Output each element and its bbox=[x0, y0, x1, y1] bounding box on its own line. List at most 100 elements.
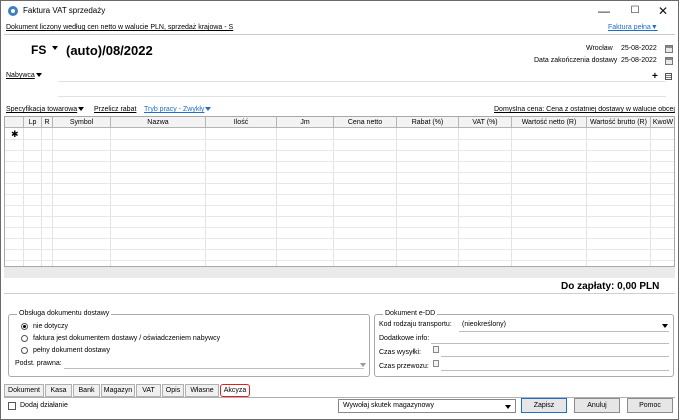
grid-column bbox=[277, 128, 334, 266]
spec-link[interactable]: Specyfikacja towarowa bbox=[6, 106, 85, 113]
transport-time-field[interactable] bbox=[441, 370, 669, 371]
grid-header-name[interactable]: Nazwa bbox=[111, 117, 206, 128]
tab-akcyza[interactable]: Akcyza bbox=[220, 384, 250, 397]
amount-to-pay: Do zapłaty: 0,00 PLN bbox=[561, 281, 660, 292]
header-divider bbox=[4, 34, 675, 35]
chevron-down-icon: ▼ bbox=[650, 24, 658, 31]
radio-not-applicable[interactable] bbox=[21, 323, 28, 330]
cancel-button[interactable]: Anuluj bbox=[574, 398, 620, 413]
stock-effect-select[interactable]: Wywołaj skutek magazynowy bbox=[338, 399, 516, 413]
grid-footer-band bbox=[4, 267, 675, 278]
save-button[interactable]: Zapisz bbox=[521, 398, 567, 413]
transport-code-value[interactable]: (nieokreślony) bbox=[462, 321, 506, 328]
buyer-label: Nabywca bbox=[6, 72, 35, 79]
radio-label: nie dotyczy bbox=[33, 323, 69, 330]
grid-header-kwow[interactable]: KwoW bbox=[651, 117, 674, 128]
grid-header-discount[interactable]: Rabat (%) bbox=[397, 117, 459, 128]
grid-header-quantity[interactable]: Ilość bbox=[206, 117, 277, 128]
table-row bbox=[5, 194, 674, 195]
chevron-down-icon[interactable] bbox=[662, 324, 668, 328]
chevron-down-icon bbox=[505, 405, 511, 409]
table-row bbox=[5, 238, 674, 239]
delivery-date[interactable]: 25-08-2022 bbox=[621, 57, 657, 64]
series-selector[interactable]: FS bbox=[31, 43, 46, 57]
grid-header-symbol[interactable]: Symbol bbox=[53, 117, 111, 128]
close-button[interactable]: ✕ bbox=[646, 1, 679, 21]
grid-header-r[interactable]: R bbox=[42, 117, 53, 128]
delivery-document-group: Obsługa dokumentu dostawy nie dotyczy fa… bbox=[8, 310, 370, 377]
table-row bbox=[5, 172, 674, 173]
items-grid[interactable]: Lp R Symbol Nazwa Ilość Jm Cena netto Ra… bbox=[4, 116, 675, 267]
shipping-time-field[interactable] bbox=[441, 356, 669, 357]
grid-column bbox=[459, 128, 512, 266]
calendar-icon[interactable] bbox=[665, 57, 673, 65]
table-row bbox=[5, 183, 674, 184]
table-row bbox=[5, 249, 674, 250]
grid-header-lp[interactable]: Lp bbox=[24, 117, 42, 128]
table-row bbox=[5, 139, 674, 140]
window-title: Faktura VAT sprzedaży bbox=[23, 6, 106, 15]
extra-info-field[interactable] bbox=[431, 343, 669, 344]
legal-basis-field[interactable] bbox=[64, 368, 364, 369]
minimize-button[interactable]: — bbox=[587, 1, 621, 21]
chevron-down-icon bbox=[35, 73, 42, 78]
buyer-field-line bbox=[58, 81, 666, 82]
grid-column bbox=[53, 128, 111, 266]
default-price-link[interactable]: Domyślna cena: Cena z ostatniej dostawy … bbox=[494, 106, 675, 113]
chevron-down-icon[interactable] bbox=[360, 363, 366, 367]
add-buyer-button[interactable]: + bbox=[652, 71, 658, 82]
document-type-label: Faktura pełna bbox=[608, 24, 651, 31]
tab-vat[interactable]: VAT bbox=[136, 384, 161, 397]
chevron-down-icon bbox=[205, 107, 212, 112]
document-info-link[interactable]: Dokument liczony według cen netto w walu… bbox=[6, 24, 306, 31]
stock-effect-value: Wywołaj skutek magazynowy bbox=[343, 402, 434, 409]
delivery-group-title: Obsługa dokumentu dostawy bbox=[17, 310, 112, 317]
grid-column bbox=[206, 128, 277, 266]
grid-header-net-price[interactable]: Cena netto bbox=[334, 117, 397, 128]
tab-opis[interactable]: Opis bbox=[162, 384, 184, 397]
grid-column bbox=[587, 128, 651, 266]
issue-date[interactable]: 25-08-2022 bbox=[621, 45, 657, 52]
new-row-marker: ✱ bbox=[11, 129, 19, 139]
series-dropdown-icon[interactable] bbox=[52, 46, 58, 50]
tab-kasa[interactable]: Kasa bbox=[45, 384, 72, 397]
issue-place: Wrocław bbox=[586, 45, 613, 52]
tab-wlasne[interactable]: Własne bbox=[185, 384, 219, 397]
grid-column bbox=[334, 128, 397, 266]
shipping-time-label: Czas wysyłki: bbox=[379, 349, 422, 356]
table-row bbox=[5, 260, 674, 261]
grid-column bbox=[651, 128, 674, 266]
work-mode-label: Tryb pracy - Zwykły bbox=[144, 106, 205, 113]
transport-code-label: Kod rodzaju transportu: bbox=[379, 321, 452, 328]
grid-column bbox=[397, 128, 459, 266]
document-type-link[interactable]: Faktura pełna▼ bbox=[608, 24, 658, 31]
tab-bank[interactable]: Bank bbox=[73, 384, 100, 397]
add-action-checkbox[interactable] bbox=[8, 402, 16, 410]
radio-label: faktura jest dokumentem dostawy / oświad… bbox=[33, 335, 221, 342]
radio-full-delivery-doc[interactable] bbox=[21, 347, 28, 354]
buyer-field-line bbox=[58, 96, 666, 97]
transport-code-field[interactable] bbox=[459, 331, 669, 332]
work-mode-link[interactable]: Tryb pracy - Zwykły bbox=[144, 106, 212, 113]
edd-group-title: Dokument e-DD bbox=[383, 310, 438, 317]
recalc-discount-link[interactable]: Przelicz rabat bbox=[94, 106, 136, 113]
spin-icon[interactable] bbox=[433, 346, 439, 353]
tab-magazyn[interactable]: Magazyn bbox=[101, 384, 135, 397]
tab-dokument[interactable]: Dokument bbox=[4, 384, 44, 397]
grid-header-unit[interactable]: Jm bbox=[277, 117, 334, 128]
grid-header-net-value[interactable]: Wartość netto (R) bbox=[512, 117, 587, 128]
spin-icon[interactable] bbox=[433, 360, 439, 367]
table-row bbox=[5, 161, 674, 162]
app-icon bbox=[8, 6, 18, 16]
table-row bbox=[5, 150, 674, 151]
transport-time-label: Czas przewozu: bbox=[379, 363, 429, 370]
grid-header-gross-value[interactable]: Wartość brutto (R) bbox=[587, 117, 651, 128]
radio-invoice-is-delivery-doc[interactable] bbox=[21, 335, 28, 342]
add-action-label: Dodaj działanie bbox=[20, 402, 68, 409]
grid-header-vat[interactable]: VAT (%) bbox=[459, 117, 512, 128]
calendar-icon[interactable] bbox=[665, 45, 673, 53]
buyer-link[interactable]: Nabywca bbox=[6, 72, 42, 79]
help-button[interactable]: Pomoc bbox=[627, 398, 673, 413]
list-icon[interactable] bbox=[665, 73, 672, 80]
chevron-down-icon bbox=[78, 107, 85, 112]
